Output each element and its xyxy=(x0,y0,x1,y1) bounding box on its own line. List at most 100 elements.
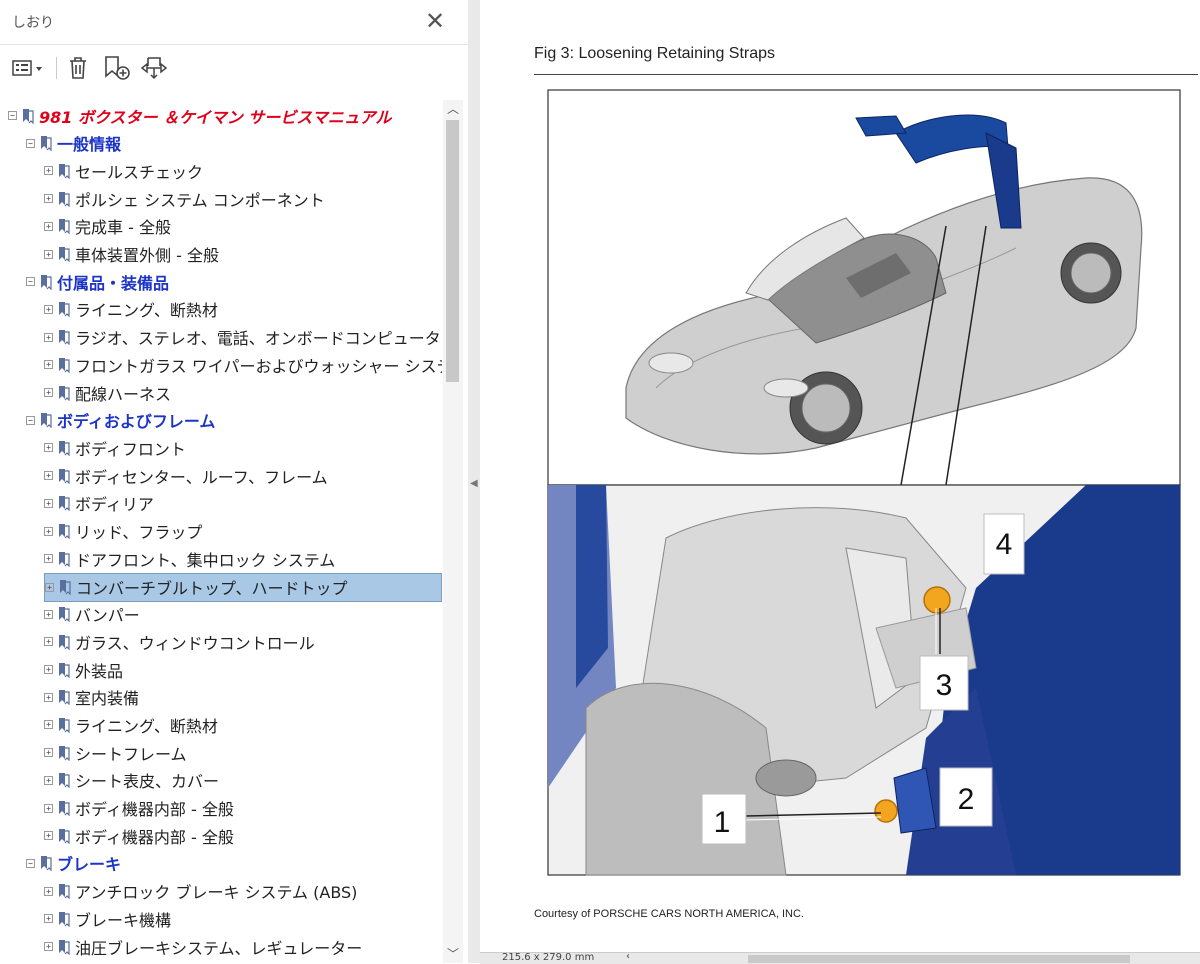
scroll-up-button[interactable]: ︿ xyxy=(443,100,463,118)
delete-bookmark-button[interactable] xyxy=(64,53,92,83)
expand-toggle-icon[interactable]: + xyxy=(44,554,53,564)
bookmark-icon xyxy=(59,219,70,235)
horizontal-scroll-thumb[interactable] xyxy=(748,955,1130,963)
expand-toggle-icon[interactable]: + xyxy=(44,609,53,619)
close-icon: ✕ xyxy=(424,7,446,35)
bookmark-item[interactable]: + ボディセンター、ルーフ、フレーム xyxy=(44,462,328,489)
bookmark-item[interactable]: + ボディリア xyxy=(44,490,154,517)
expand-toggle-icon[interactable]: + xyxy=(44,692,53,702)
trash-icon xyxy=(70,57,86,79)
expand-toggle-icon[interactable]: + xyxy=(44,886,53,896)
bookmark-item[interactable]: + フロントガラス ワイパーおよびウォッシャー システム xyxy=(44,351,442,378)
scroll-down-button[interactable]: ﹀ xyxy=(443,945,463,963)
scrollbar-thumb[interactable] xyxy=(446,120,459,382)
collapse-toggle-icon[interactable]: − xyxy=(26,858,35,868)
bookmark-item[interactable]: + ボディフロント xyxy=(44,434,186,461)
expand-toggle-icon[interactable]: + xyxy=(45,582,54,592)
bookmark-label: ボディ機器内部 - 全般 xyxy=(75,800,234,819)
expand-toggle-icon[interactable]: + xyxy=(44,526,53,536)
bookmark-item[interactable]: + ボディ機器内部 - 全般 xyxy=(44,795,234,822)
expand-toggle-icon[interactable]: + xyxy=(44,720,53,730)
detail-view: 4 3 2 1 xyxy=(547,484,1181,876)
bookmark-item[interactable]: + シートフレーム xyxy=(44,739,187,766)
bookmark-item[interactable]: + ドアフロント、集中ロック システム xyxy=(44,545,335,572)
bookmark-item[interactable]: + ガラス、ウィンドウコントロール xyxy=(44,628,315,655)
collapse-toggle-icon[interactable]: − xyxy=(26,277,35,287)
bookmark-icon xyxy=(59,191,70,207)
bookmark-item[interactable]: + リッド、フラップ xyxy=(44,518,202,545)
bookmark-label: 981 ボクスター ＆ケイマン サービスマニュアル xyxy=(39,107,392,127)
expand-toggle-icon[interactable]: + xyxy=(44,360,53,370)
close-panel-button[interactable]: ✕ xyxy=(420,6,450,36)
courtesy-note: Courtesy of PORSCHE CARS NORTH AMERICA, … xyxy=(534,908,804,920)
bookmark-item[interactable]: + ポルシェ システム コンポーネント xyxy=(44,185,325,212)
bookmark-item[interactable]: + セールスチェック xyxy=(44,157,203,184)
bookmark-toolbar xyxy=(0,45,468,93)
title-rule xyxy=(534,74,1198,75)
expand-toggle-icon[interactable]: + xyxy=(44,388,53,397)
options-button[interactable] xyxy=(10,53,46,83)
expand-toggle-icon[interactable]: + xyxy=(44,332,53,342)
expand-toggle-icon[interactable]: + xyxy=(44,249,53,259)
bookmark-item[interactable]: − ブレーキ xyxy=(26,850,121,877)
bookmark-item[interactable]: + 配線ハーネス xyxy=(44,379,171,406)
bookmark-item[interactable]: + 油圧ブレーキシステム、レギュレーター xyxy=(44,933,362,960)
bookmark-item[interactable]: + ライニング、断熱材 xyxy=(44,296,218,323)
bookmark-item[interactable]: − 981 ボクスター ＆ケイマン サービスマニュアル xyxy=(8,102,391,129)
bookmark-label: 外装品 xyxy=(75,661,124,681)
figure-illustration: 4 3 2 1 xyxy=(547,89,1181,876)
bookmark-label: 配線ハーネス xyxy=(75,384,172,404)
bookmark-item[interactable]: + ブレーキ機構 xyxy=(44,905,171,932)
expand-toggle-icon[interactable]: + xyxy=(44,471,53,481)
expand-toggle-icon[interactable]: + xyxy=(44,942,53,951)
bookmark-item[interactable]: + ラジオ、ステレオ、電話、オンボードコンピュータ xyxy=(44,324,441,351)
bookmark-item[interactable]: − 付属品・装備品 xyxy=(26,268,169,295)
expand-toggle-icon[interactable]: + xyxy=(44,914,53,924)
expand-toggle-icon[interactable]: + xyxy=(44,194,53,204)
bookmark-label: ブレーキ xyxy=(57,855,122,875)
bookmark-icon xyxy=(59,634,70,650)
status-chevron-icon[interactable]: ‹ xyxy=(626,951,630,962)
expand-toggle-icon[interactable]: + xyxy=(44,166,53,176)
expand-toggle-icon[interactable]: + xyxy=(44,221,53,231)
bookmark-item[interactable]: − ボディおよびフレーム xyxy=(26,407,215,434)
callout-4-label: 4 xyxy=(996,528,1013,561)
bookmark-item[interactable]: + バンパー xyxy=(44,601,140,628)
bookmark-icon xyxy=(59,302,70,318)
bookmark-label: ライニング、断熱材 xyxy=(75,716,218,736)
expand-toggle-icon[interactable]: + xyxy=(44,748,53,758)
collapse-toggle-icon[interactable]: − xyxy=(26,138,35,148)
bookmark-icon xyxy=(59,496,70,512)
bookmark-item[interactable]: + コンバーチブルトップ、ハードトップ xyxy=(44,572,442,602)
bookmark-item[interactable]: + 室内装備 xyxy=(44,684,139,711)
bookmark-item[interactable]: + 外装品 xyxy=(44,656,123,683)
bookmark-icon xyxy=(41,413,52,429)
bookmark-label: シートフレーム xyxy=(75,744,187,764)
collapse-arrow-icon[interactable]: ◀ xyxy=(470,478,478,489)
bookmark-item[interactable]: + ライニング、断熱材 xyxy=(44,711,218,738)
bookmark-item[interactable]: + 車体装置外側 - 全般 xyxy=(44,241,219,268)
expand-toggle-icon[interactable]: + xyxy=(44,498,53,508)
bookmark-label: ポルシェ システム コンポーネント xyxy=(75,190,325,210)
expand-bookmark-button[interactable] xyxy=(138,53,170,83)
bookmark-item[interactable]: + シート表皮、カバー xyxy=(44,767,219,794)
bookmark-item[interactable]: + アンチロック ブレーキ システム (ABS) xyxy=(44,878,357,905)
bookmark-item[interactable]: − 一般情報 xyxy=(26,130,121,157)
new-bookmark-button[interactable] xyxy=(100,53,132,83)
bookmark-icon xyxy=(59,801,70,816)
collapse-toggle-icon[interactable]: − xyxy=(8,111,17,120)
expand-toggle-icon[interactable]: + xyxy=(44,443,53,453)
expand-toggle-icon[interactable]: + xyxy=(44,637,53,647)
expand-toggle-icon[interactable]: + xyxy=(44,803,53,813)
chevron-down-icon: ﹀ xyxy=(446,947,459,961)
bookmark-item[interactable]: + 完成車 - 全般 xyxy=(44,213,171,240)
expand-toggle-icon[interactable]: + xyxy=(44,775,53,785)
bookmark-label: ブレーキ機構 xyxy=(75,910,172,930)
expand-toggle-icon[interactable]: + xyxy=(44,665,53,674)
expand-toggle-icon[interactable]: + xyxy=(44,304,53,314)
bookmark-label: ボディフロント xyxy=(75,439,186,459)
expand-bookmark-icon xyxy=(140,57,168,80)
expand-toggle-icon[interactable]: + xyxy=(44,831,53,841)
collapse-toggle-icon[interactable]: − xyxy=(26,415,35,425)
bookmark-item[interactable]: + ボディ機器内部 - 全般 xyxy=(44,822,234,849)
